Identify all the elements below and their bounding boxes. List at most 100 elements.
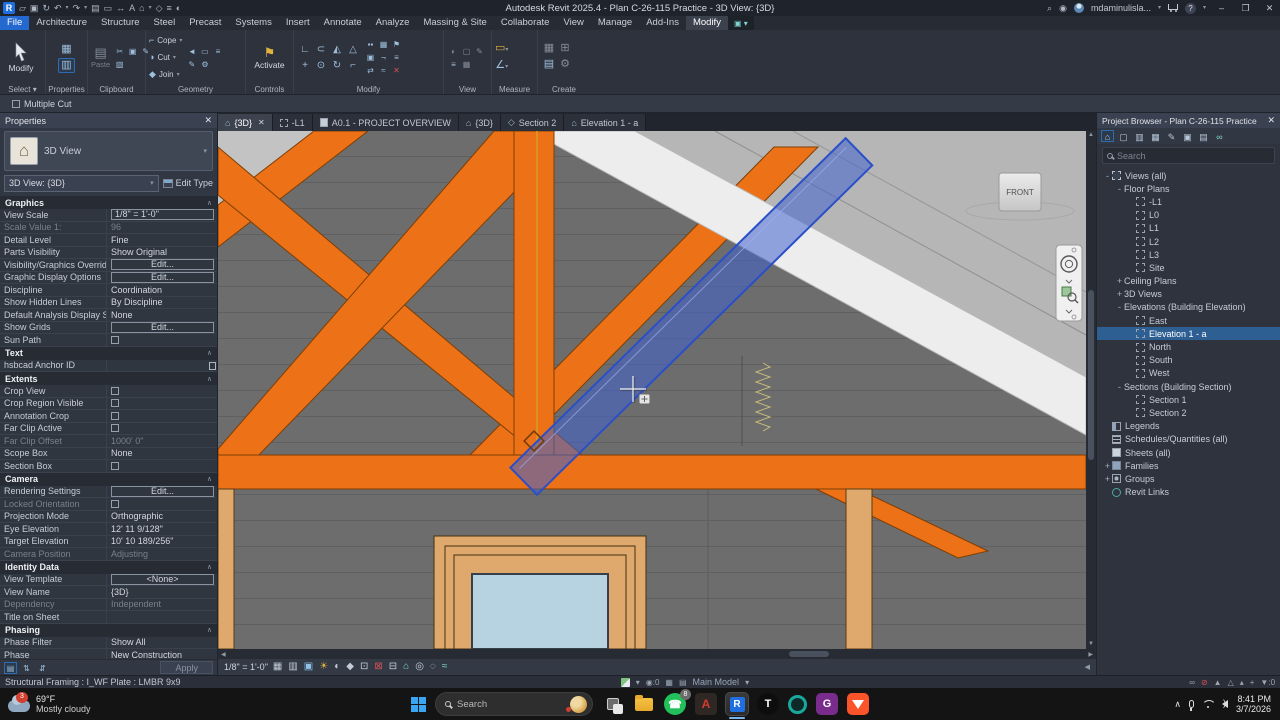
crop-region-icon[interactable]: ⊠ bbox=[374, 660, 382, 674]
beam-end-icon[interactable]: ◄ bbox=[185, 45, 198, 58]
controls-panel-label[interactable]: Controls bbox=[246, 85, 293, 94]
user-caret-icon[interactable]: ▾ bbox=[1158, 2, 1161, 14]
property-value[interactable]: 12' 11 9/128" bbox=[106, 523, 217, 535]
create-group-icon[interactable]: ⚙ bbox=[557, 58, 573, 74]
property-value[interactable]: Edit... bbox=[106, 259, 217, 271]
edit-button[interactable]: Edit... bbox=[111, 485, 214, 497]
avatar[interactable] bbox=[1073, 3, 1084, 13]
save-icon[interactable]: ▣ bbox=[30, 2, 39, 14]
taskbar-search-input[interactable]: Search bbox=[435, 692, 593, 716]
select-pinned-icon[interactable]: △ bbox=[1228, 678, 1234, 687]
linework-icon[interactable]: ✎ bbox=[473, 45, 486, 58]
property-row-far-clip-offset[interactable]: Far Clip Offset 1000' 0" bbox=[0, 435, 217, 448]
teal-app-icon[interactable] bbox=[788, 694, 807, 714]
property-value[interactable]: Edit... bbox=[106, 321, 217, 333]
join-button[interactable]: ◆ Join ▾ bbox=[149, 67, 180, 82]
checkbox[interactable] bbox=[111, 386, 119, 395]
properties-palette-icon[interactable]: ▥ bbox=[58, 57, 75, 73]
property-value[interactable] bbox=[106, 498, 217, 510]
browser-item-north[interactable]: North bbox=[1097, 340, 1280, 353]
visibility-icon[interactable]: ◐ bbox=[176, 2, 181, 14]
property-value[interactable] bbox=[106, 385, 217, 397]
multiple-cut-checkbox[interactable] bbox=[12, 99, 20, 108]
view-tab-close-icon[interactable]: ✕ bbox=[258, 118, 265, 127]
print-icon[interactable]: ▤ bbox=[91, 2, 100, 14]
reveal-hidden-icon[interactable]: ◎ bbox=[415, 660, 424, 674]
browser-edit-icon[interactable]: ✎ bbox=[1165, 130, 1178, 142]
horizontal-scroll-thumb[interactable] bbox=[788, 651, 829, 657]
measure-ruler-icon[interactable]: ▭▾ bbox=[495, 42, 508, 57]
vertical-post[interactable] bbox=[513, 131, 555, 456]
signed-in-user[interactable]: mdaminulisla... bbox=[1091, 3, 1151, 13]
browser-sheets-icon[interactable]: ▦ bbox=[1149, 130, 1162, 142]
property-row-sun-path[interactable]: Sun Path bbox=[0, 334, 217, 347]
ribbon-tab-collaborate[interactable]: Collaborate bbox=[494, 16, 557, 30]
property-row-locked-orientation[interactable]: Locked Orientation bbox=[0, 498, 217, 511]
cut-button[interactable]: ◑ Cut ▾ bbox=[149, 50, 176, 65]
scale-tool-icon[interactable]: ▣ bbox=[364, 51, 377, 64]
sync-icon[interactable]: ↻ bbox=[42, 2, 50, 14]
design-option-select[interactable]: Main Model bbox=[693, 677, 740, 687]
browser-item-l2[interactable]: L2 bbox=[1097, 235, 1280, 248]
property-value[interactable] bbox=[106, 359, 217, 371]
property-value[interactable]: By Discipline bbox=[106, 296, 217, 308]
property-value[interactable]: Independent bbox=[106, 598, 217, 610]
ribbon-tab-precast[interactable]: Precast bbox=[182, 16, 228, 30]
collapse-icon[interactable]: ∧ bbox=[207, 199, 212, 207]
value-field[interactable]: 1/8" = 1'-0" bbox=[111, 209, 214, 221]
modify-tool-button[interactable]: Modify bbox=[3, 32, 39, 83]
hide-crop-icon[interactable]: ⊟ bbox=[389, 660, 397, 674]
crop-view-icon[interactable]: ⊡ bbox=[360, 660, 368, 674]
section-header-phasing[interactable]: Phasing ∧ bbox=[0, 623, 217, 637]
browser-all-icon[interactable]: ▢ bbox=[1117, 130, 1130, 142]
view-tab-3d-3[interactable]: ⌂ {3D} bbox=[458, 114, 501, 131]
property-row-rendering-settings[interactable]: Rendering Settings Edit... bbox=[0, 485, 217, 498]
open-icon[interactable]: ▱ bbox=[19, 2, 26, 14]
browser-item-sections-building-section[interactable]: - Sections (Building Section) bbox=[1097, 380, 1280, 393]
scale-icon[interactable]: ▦ bbox=[273, 660, 282, 674]
browser-item-site[interactable]: Site bbox=[1097, 261, 1280, 274]
close-button[interactable]: ✕ bbox=[1261, 3, 1278, 14]
create-assembly-icon[interactable]: ⊞ bbox=[557, 42, 573, 58]
move-icon[interactable]: + bbox=[297, 58, 313, 74]
ribbon-tab-steel[interactable]: Steel bbox=[147, 16, 183, 30]
t-app-icon[interactable]: T bbox=[757, 693, 779, 715]
viewcube-front-face[interactable]: FRONT bbox=[1006, 188, 1034, 197]
autocad-icon[interactable]: A bbox=[695, 693, 717, 715]
ribbon-tab-structure[interactable]: Structure bbox=[94, 16, 147, 30]
microphone-icon[interactable] bbox=[1188, 700, 1194, 711]
visual-style-icon[interactable]: ▣ bbox=[304, 660, 313, 674]
ribbon-tab-analyze[interactable]: Analyze bbox=[369, 16, 417, 30]
revit-taskbar-icon[interactable]: R bbox=[725, 692, 749, 719]
paste-aligned-icon[interactable]: ▧ bbox=[113, 58, 126, 71]
collapse-icon[interactable]: ∧ bbox=[207, 349, 212, 357]
collapse-icon[interactable]: - bbox=[1103, 171, 1112, 181]
view-tab-elevation-1-a-5[interactable]: ⌂ Elevation 1 - a bbox=[564, 114, 647, 131]
browser-item-floor-plans[interactable]: - Floor Plans bbox=[1097, 182, 1280, 195]
browser-item-east[interactable]: East bbox=[1097, 314, 1280, 327]
split-face-icon[interactable]: ≡ bbox=[211, 45, 224, 58]
select-panel-label[interactable]: Select ▾ bbox=[0, 85, 45, 94]
property-row-dependency[interactable]: Dependency Independent bbox=[0, 598, 217, 611]
browser-item-groups[interactable]: + Groups bbox=[1097, 472, 1280, 485]
property-value[interactable] bbox=[106, 397, 217, 409]
temporary-hide-icon[interactable]: ◌ bbox=[430, 660, 436, 674]
mirror-line-icon[interactable]: △ bbox=[345, 42, 361, 58]
vertical-scroll-thumb[interactable] bbox=[1088, 290, 1094, 460]
bottom-chord[interactable] bbox=[218, 454, 1086, 490]
property-value[interactable]: Coordination bbox=[106, 284, 217, 296]
help-icon[interactable]: ? bbox=[1184, 2, 1196, 14]
section-header-camera[interactable]: Camera ∧ bbox=[0, 472, 217, 486]
property-row-scope-box[interactable]: Scope Box None bbox=[0, 447, 217, 460]
project-browser-close-icon[interactable]: ✕ bbox=[1267, 115, 1275, 126]
property-row-default-analysis-display-st[interactable]: Default Analysis Display St...None bbox=[0, 309, 217, 322]
ribbon-tab-architecture[interactable]: Architecture bbox=[29, 16, 94, 30]
measure-panel-label[interactable]: Measure bbox=[492, 85, 537, 94]
match-icon[interactable]: ⇄ bbox=[364, 64, 377, 77]
edit-button[interactable]: Edit... bbox=[111, 321, 214, 333]
browser-item-l3[interactable]: L3 bbox=[1097, 248, 1280, 261]
ribbon-tab-file[interactable]: File bbox=[0, 16, 30, 30]
property-value[interactable]: Fine bbox=[106, 234, 217, 246]
rendering-icon[interactable]: ◆ bbox=[346, 660, 354, 674]
edit-type-button[interactable]: Edit Type bbox=[162, 178, 213, 188]
